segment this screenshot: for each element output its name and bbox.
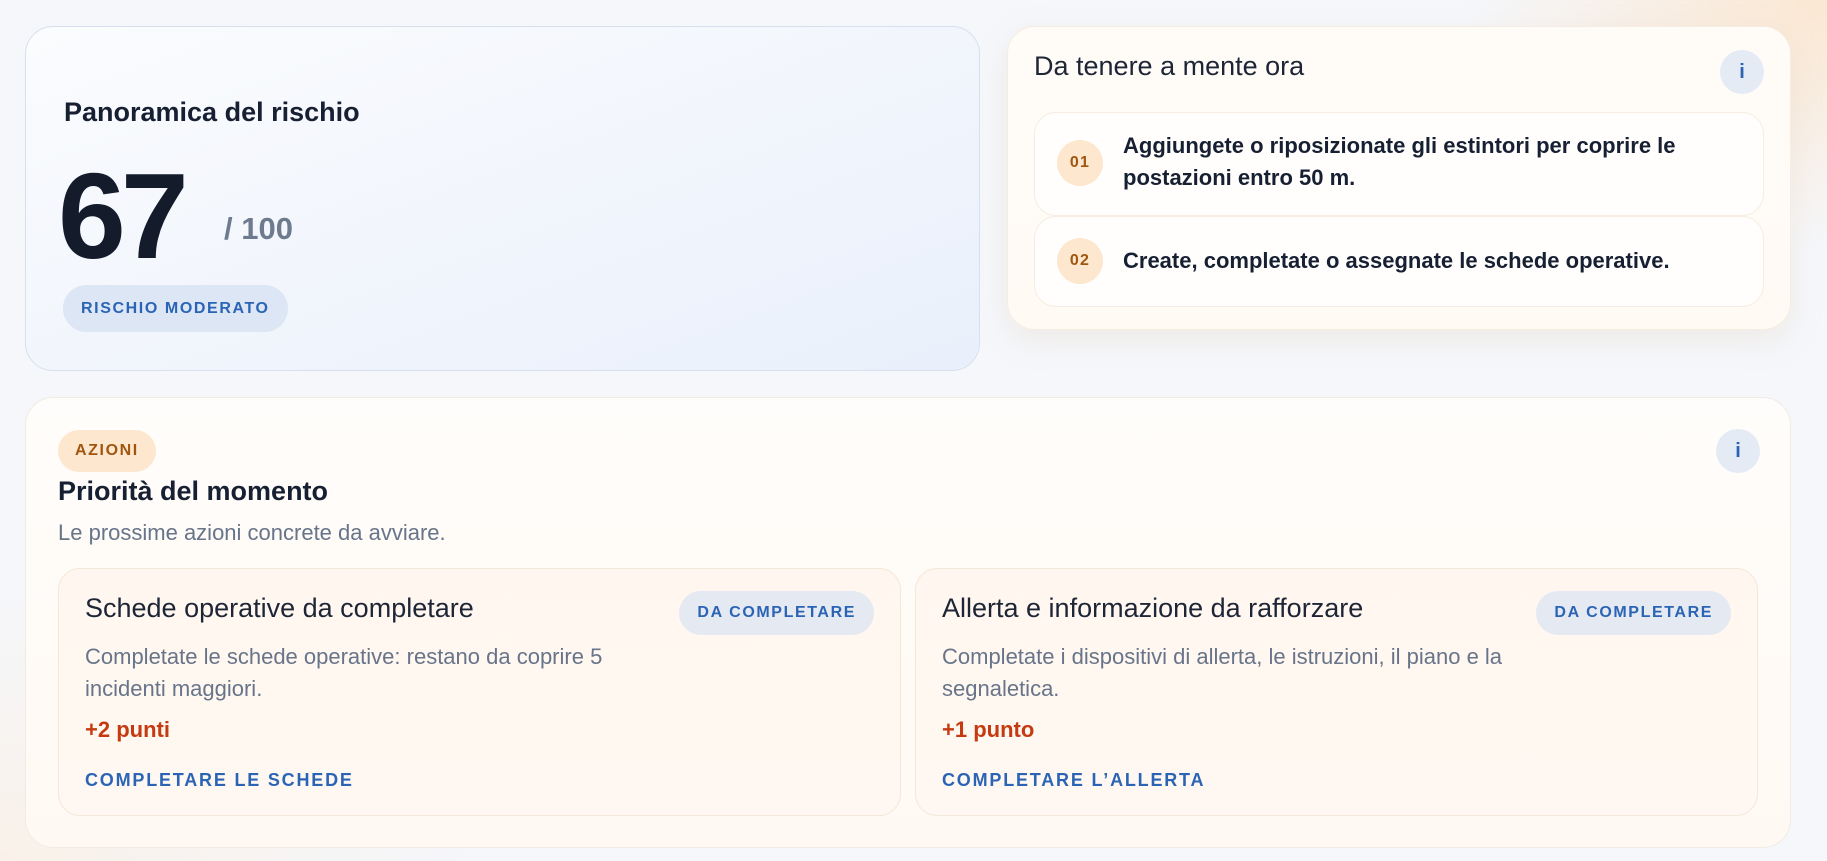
section-tag: AZIONI [58,430,156,472]
action-title: Schede operative da completare [85,593,474,623]
step-text: Create, completate o assegnate le schede… [1123,248,1670,273]
complete-alert-link[interactable]: COMPLETARE L’ALLERTA [942,770,1205,791]
step-number-badge: 02 [1057,238,1103,284]
action-points: +1 punto [942,717,1035,742]
action-points: +2 punti [85,717,170,742]
step-text: Aggiungete o riposizionate gli estintori… [1123,133,1676,190]
risk-score-max: / 100 [224,211,293,246]
action-description: Completate i dispositivi di allerta, le … [942,644,1503,701]
step-number-badge: 01 [1057,140,1103,186]
keep-in-mind-item: 01 Aggiungete o riposizionate gli estint… [1034,112,1764,216]
status-badge: DA COMPLETARE [1536,591,1731,635]
keep-in-mind-title: Da tenere a mente ora [1034,51,1305,81]
keep-in-mind-card: Da tenere a mente ora i 01 Aggiungete o … [1007,26,1791,330]
action-title: Allerta e informazione da rafforzare [942,593,1364,623]
keep-in-mind-item: 02 Create, completate o assegnate le sch… [1034,216,1764,307]
complete-sheets-link[interactable]: COMPLETARE LE SCHEDE [85,770,354,791]
info-icon[interactable]: i [1716,429,1760,473]
status-badge: DA COMPLETARE [679,591,874,635]
priority-actions-card: AZIONI i Priorità del momento Le prossim… [25,397,1791,848]
priority-subtitle: Le prossime azioni concrete da avviare. [58,520,446,545]
info-icon[interactable]: i [1720,50,1764,94]
action-card-operative-sheets: Schede operative da completare DA COMPLE… [58,568,901,816]
action-card-alert: Allerta e informazione da rafforzare DA … [915,568,1758,816]
priority-title: Priorità del momento [58,476,329,506]
risk-overview-card: Panoramica del rischio 67 / 100 RISCHIO … [25,26,980,371]
risk-level-badge: RISCHIO MODERATO [63,285,288,332]
risk-score-value: 67 [58,148,189,284]
action-description: Completate le schede operative: restano … [85,644,603,701]
risk-overview-title: Panoramica del rischio [64,97,360,127]
